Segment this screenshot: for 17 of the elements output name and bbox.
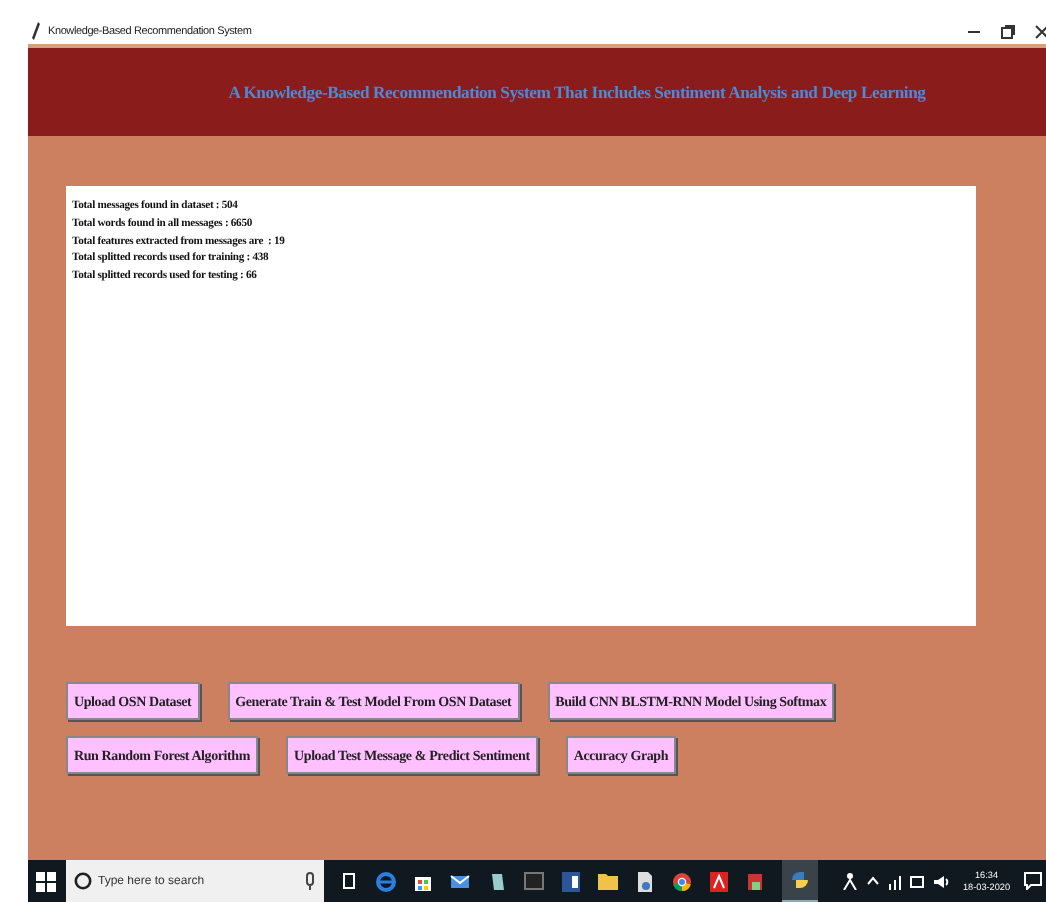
circle-icon (74, 872, 92, 890)
chrome-icon[interactable] (672, 871, 692, 891)
mail-icon[interactable] (450, 871, 472, 891)
restore-icon[interactable] (1000, 23, 1016, 39)
network-icon[interactable] (887, 873, 901, 889)
folder-icon[interactable] (598, 872, 618, 890)
terminal-icon[interactable] (524, 872, 544, 890)
notification-icon[interactable] (1024, 872, 1042, 890)
speaker-icon[interactable] (933, 873, 949, 889)
person-icon[interactable] (841, 872, 857, 890)
task-view-icon[interactable] (340, 872, 358, 890)
microphone-icon[interactable] (304, 872, 316, 890)
windows-start-icon[interactable] (36, 871, 56, 891)
close-icon[interactable] (1034, 23, 1046, 39)
feather-icon (32, 22, 40, 40)
chevron-up-icon[interactable] (865, 876, 879, 886)
banner-title: A Knowledge-Based Recommendation System That Includes Sentiment Analysis and Deep Learning (226, 82, 926, 102)
